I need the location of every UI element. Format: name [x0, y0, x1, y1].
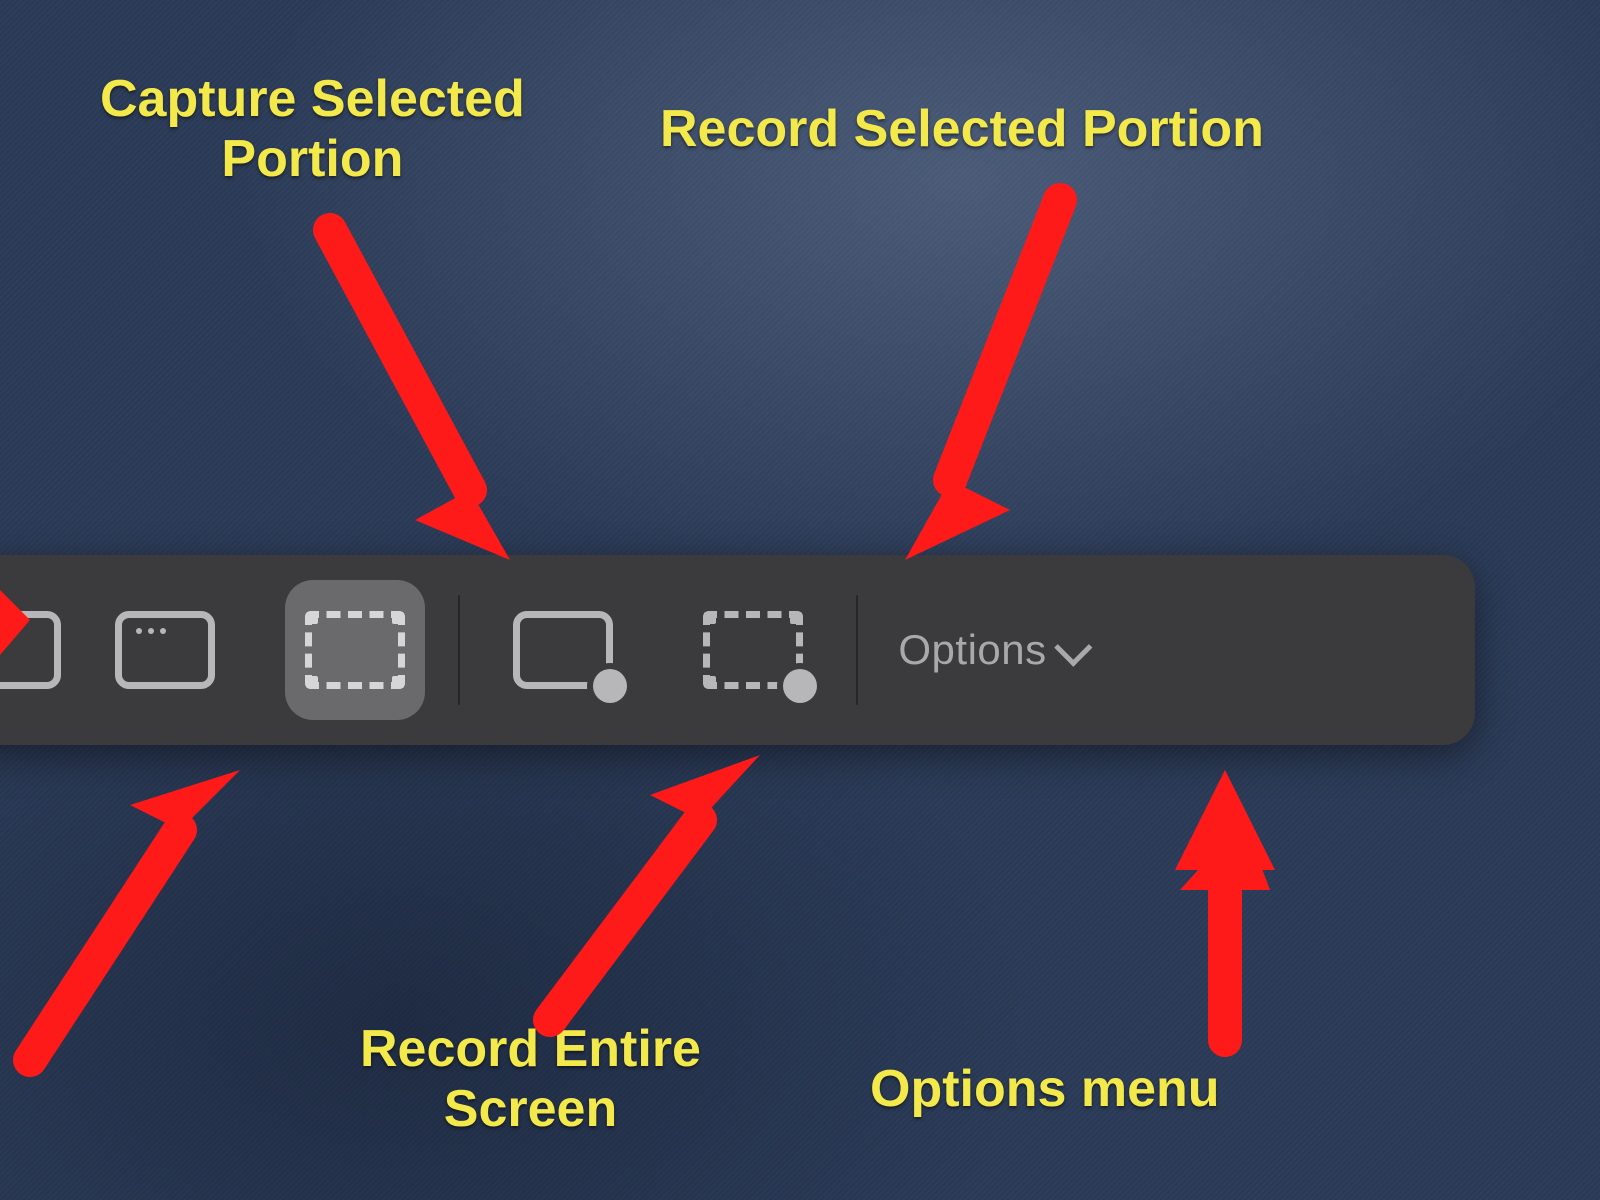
chevron-down-icon — [1054, 628, 1092, 666]
toolbar-divider — [856, 595, 858, 705]
screenshot-toolbar: Options — [0, 555, 1475, 745]
toolbar-divider — [458, 595, 460, 705]
options-menu-button[interactable]: Options — [898, 626, 1083, 674]
screen-icon — [0, 611, 61, 689]
selection-record-icon — [703, 611, 803, 689]
annotation-record-entire-screen: Record Entire Screen — [360, 1020, 701, 1140]
record-selected-portion-button[interactable] — [683, 580, 823, 720]
window-icon — [115, 611, 215, 689]
annotation-capture-selected-portion: Capture Selected Portion — [100, 70, 525, 190]
capture-selected-portion-button[interactable] — [285, 580, 425, 720]
annotation-options-menu: Options menu — [870, 1060, 1220, 1120]
record-entire-screen-button[interactable] — [493, 580, 633, 720]
selection-icon — [305, 611, 405, 689]
screen-record-icon — [513, 611, 613, 689]
capture-window-button[interactable] — [95, 580, 235, 720]
annotation-record-selected-portion: Record Selected Portion — [660, 100, 1264, 160]
options-label: Options — [898, 626, 1046, 674]
capture-entire-screen-button[interactable] — [0, 580, 62, 720]
